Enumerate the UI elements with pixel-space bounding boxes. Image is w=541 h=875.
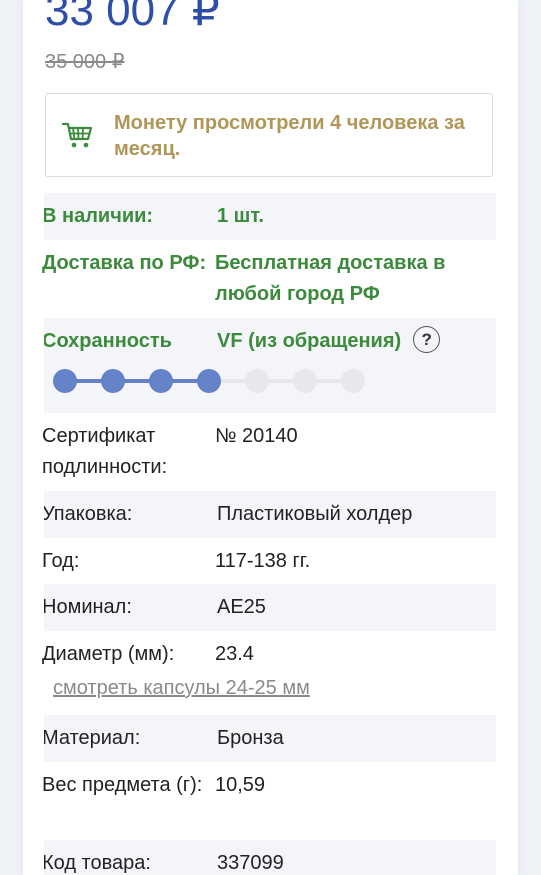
- detail-row-material: Материал: Бронза: [44, 715, 496, 762]
- details-table: В наличии: 1 шт. Доставка по РФ: Бесплатна…: [23, 193, 518, 875]
- detail-label: В наличии:: [44, 205, 154, 227]
- detail-value: Пластиковый холдер: [217, 503, 413, 525]
- product-card: 33 007 ₽ 35 000 ₽ Монету просмотрели 4 ч…: [23, 0, 518, 875]
- condition-scale-dot: [245, 369, 269, 393]
- condition-scale-dot: [53, 369, 77, 393]
- detail-label: Материал:: [44, 727, 141, 749]
- detail-value: 337099: [217, 852, 284, 874]
- detail-label: Сертификат подлинности:: [42, 425, 168, 478]
- detail-value: 117-138 гг.: [215, 550, 311, 572]
- condition-scale-dot: [101, 369, 125, 393]
- old-price: 35 000 ₽: [45, 51, 125, 73]
- detail-value: 1 шт.: [217, 205, 264, 227]
- detail-value: 23.4: [215, 643, 254, 665]
- detail-row-availability: В наличии: 1 шт.: [44, 193, 496, 240]
- detail-row-diameter: Диаметр (мм): 23.4 смотреть капсулы 24-25…: [23, 631, 518, 715]
- detail-row-certificate: Сертификат подлинности: № 20140: [23, 413, 518, 491]
- detail-row-weight: Вес предмета (г): 10,59: [23, 762, 518, 840]
- detail-value: AE25: [217, 596, 266, 618]
- detail-value: № 20140: [215, 425, 298, 447]
- detail-label: Код товара:: [44, 852, 151, 874]
- detail-row-year: Год: 117-138 гг.: [23, 538, 518, 584]
- detail-label: Сохранность: [44, 330, 172, 352]
- condition-scale: [44, 361, 496, 401]
- detail-label: Год:: [42, 550, 80, 572]
- detail-label: Диаметр (мм):: [42, 643, 175, 665]
- views-notice: Монету просмотрели 4 человека за месяц.: [45, 93, 493, 177]
- detail-label: Вес предмета (г):: [42, 774, 203, 796]
- detail-value: 10,59: [215, 774, 266, 796]
- detail-row-denomination: Номинал: AE25: [44, 584, 496, 631]
- condition-grade: VF (из обращения): [217, 330, 402, 352]
- detail-label: Доставка по РФ:: [42, 252, 207, 274]
- detail-row-condition: Сохранность VF (из обращения)?: [44, 318, 496, 413]
- detail-label: Упаковка:: [44, 503, 133, 525]
- detail-value: Бронза: [217, 727, 284, 749]
- detail-value: Бесплатная доставка в любой город РФ: [215, 252, 446, 305]
- condition-scale-dot: [197, 369, 221, 393]
- detail-row-packaging: Упаковка: Пластиковый холдер: [44, 491, 496, 538]
- detail-label: Номинал:: [44, 596, 132, 618]
- detail-row-sku: Код товара: 337099: [44, 840, 496, 875]
- condition-scale-dot: [293, 369, 317, 393]
- cart-icon: [62, 122, 93, 148]
- capsules-link[interactable]: смотреть капсулы 24-25 мм: [53, 676, 310, 700]
- notice-text: Монету просмотрели 4 человека за месяц.: [114, 112, 465, 160]
- detail-row-delivery: Доставка по РФ: Бесплатная доставка в люб…: [23, 240, 518, 318]
- detail-value: VF (из обращения)?: [217, 326, 492, 357]
- price: 33 007 ₽: [45, 0, 220, 35]
- help-icon[interactable]: ?: [413, 326, 441, 353]
- condition-scale-dot: [149, 369, 173, 393]
- condition-scale-dot: [341, 369, 365, 393]
